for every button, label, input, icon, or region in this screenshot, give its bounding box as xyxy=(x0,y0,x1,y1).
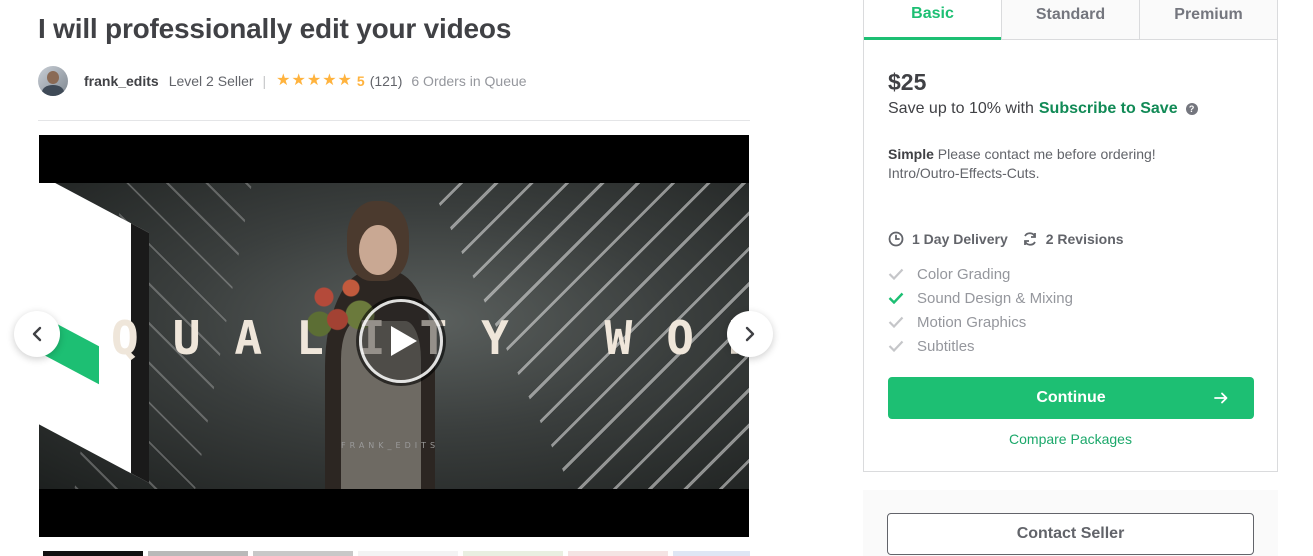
revisions-label: 2 Revisions xyxy=(1045,231,1124,247)
save-text: Save up to 10% with xyxy=(888,100,1034,117)
tab-standard[interactable]: Standard xyxy=(1001,0,1139,40)
video-player[interactable]: QUALITY WORK FRANK_EDITS xyxy=(39,135,749,537)
seller-level: Level 2 Seller xyxy=(168,73,254,89)
star-icon: ★ xyxy=(322,72,337,89)
video-watermark: FRANK_EDITS xyxy=(341,441,440,450)
tab-basic[interactable]: Basic xyxy=(864,0,1001,40)
divider: | xyxy=(262,73,267,89)
subscribe-save-row: Save up to 10% with Subscribe to Save ? xyxy=(888,100,1198,118)
gallery-next-button[interactable] xyxy=(727,311,773,357)
package-description: Simple Please contact me before ordering… xyxy=(888,145,1218,183)
check-icon xyxy=(888,316,904,328)
continue-button[interactable]: Continue xyxy=(888,377,1254,419)
gallery-thumbnail[interactable] xyxy=(43,551,143,556)
seller-avatar[interactable] xyxy=(38,66,68,96)
revisions: 2 Revisions xyxy=(1022,231,1124,247)
gallery-thumbnail[interactable] xyxy=(253,551,353,556)
rating-score: 5 xyxy=(356,73,365,89)
contact-seller-section: Contact Seller xyxy=(863,490,1278,556)
rating-stars: ★ ★ ★ ★ ★ xyxy=(276,73,352,89)
gallery-thumbnail[interactable] xyxy=(358,551,458,556)
gallery-thumbnail[interactable] xyxy=(463,551,563,556)
chevron-left-icon xyxy=(32,326,42,342)
delivery-label: 1 Day Delivery xyxy=(912,231,1008,247)
star-icon: ★ xyxy=(276,72,291,89)
seller-overview: frank_edits Level 2 Seller | ★ ★ ★ ★ ★ 5… xyxy=(38,66,527,96)
feature-item: Sound Design & Mixing xyxy=(888,286,1073,310)
play-icon xyxy=(391,326,417,356)
feature-list: Color Grading Sound Design & Mixing Moti… xyxy=(888,262,1073,358)
clock-icon xyxy=(888,231,904,247)
chevron-right-icon xyxy=(745,326,755,342)
package-panel: Basic Standard Premium $25 Save up to 10… xyxy=(863,0,1278,472)
subscribe-to-save-link[interactable]: Subscribe to Save xyxy=(1039,100,1178,118)
feature-item: Color Grading xyxy=(888,262,1073,286)
feature-label: Color Grading xyxy=(917,265,1011,283)
compare-packages-link[interactable]: Compare Packages xyxy=(864,431,1277,447)
arrow-right-icon xyxy=(1214,392,1228,404)
package-price: $25 xyxy=(888,69,927,95)
tab-premium[interactable]: Premium xyxy=(1139,0,1277,40)
gallery-thumbnail[interactable] xyxy=(148,551,248,556)
play-button[interactable] xyxy=(359,299,443,383)
check-icon xyxy=(888,292,904,304)
gig-gallery: QUALITY WORK FRANK_EDITS xyxy=(38,120,750,548)
gig-title: I will professionally edit your videos xyxy=(38,13,512,44)
check-icon xyxy=(888,340,904,352)
feature-label: Motion Graphics xyxy=(917,313,1027,331)
contact-seller-button[interactable]: Contact Seller xyxy=(887,513,1254,555)
continue-label: Continue xyxy=(1036,389,1106,406)
refresh-icon xyxy=(1023,232,1036,246)
gallery-thumbnails xyxy=(43,551,750,556)
help-icon[interactable]: ? xyxy=(1185,103,1198,115)
orders-in-queue: 6 Orders in Queue xyxy=(411,73,527,89)
gallery-prev-button[interactable] xyxy=(14,311,60,357)
star-icon: ★ xyxy=(306,72,322,89)
review-count[interactable]: (121) xyxy=(370,73,403,89)
package-tabs: Basic Standard Premium xyxy=(864,0,1277,40)
seller-name-link[interactable]: frank_edits xyxy=(84,73,159,89)
star-icon: ★ xyxy=(337,72,352,89)
check-icon xyxy=(888,268,904,280)
gallery-thumbnail[interactable] xyxy=(673,551,750,556)
feature-item: Motion Graphics xyxy=(888,310,1073,334)
feature-label: Sound Design & Mixing xyxy=(917,289,1073,307)
star-icon: ★ xyxy=(291,72,306,89)
feature-item: Subtitles xyxy=(888,334,1073,358)
package-name: Simple xyxy=(888,146,934,162)
feature-label: Subtitles xyxy=(917,337,975,355)
delivery-time: 1 Day Delivery xyxy=(888,231,1008,247)
delivery-info: 1 Day Delivery 2 Revisions xyxy=(888,231,1138,247)
gallery-thumbnail[interactable] xyxy=(568,551,668,556)
